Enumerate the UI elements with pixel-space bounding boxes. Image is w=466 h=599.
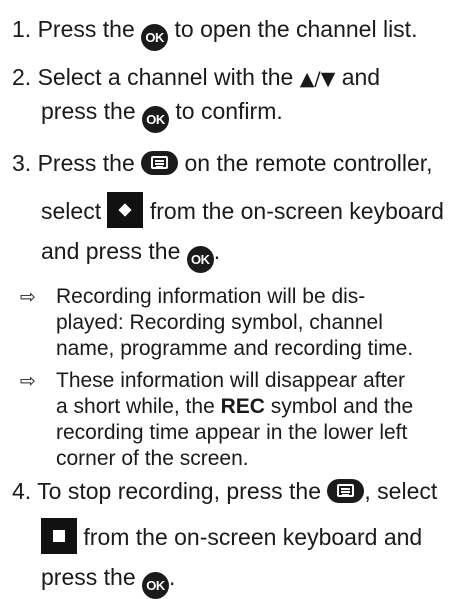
rec-symbol-label: REC <box>220 395 265 418</box>
keyboard-button-icon <box>327 479 365 503</box>
step-text: from the on-screen keyboard <box>149 198 444 224</box>
step-text: and press the <box>41 238 181 264</box>
ok-button-icon: OK <box>142 572 169 599</box>
step-number: 3. <box>12 150 32 176</box>
ok-button-icon: OK <box>142 106 169 133</box>
step-text: to open the channel list. <box>174 16 418 42</box>
step-text: and <box>341 64 381 90</box>
step-text: to confirm. <box>175 98 283 124</box>
result-line: a short while, the REC symbol and the <box>56 394 413 420</box>
result-arrow-icon: ⇨ <box>20 370 36 392</box>
result-arrow-icon: ⇨ <box>20 286 36 308</box>
result-text: symbol and the <box>270 395 414 418</box>
result-line: played: Recording symbol, channel <box>56 311 383 334</box>
step-text: , select <box>364 478 438 504</box>
ok-button-icon: OK <box>141 24 169 51</box>
step-text: press the <box>41 98 136 124</box>
keyboard-button-icon <box>141 151 179 175</box>
step-text: Press the <box>37 150 135 176</box>
step-number: 4. <box>12 478 32 504</box>
step-text: on the remote controller, <box>184 150 433 176</box>
step-text <box>180 238 186 264</box>
step-1: 1. Press the OK to open the channel list… <box>12 14 417 51</box>
step-number: 2. <box>12 64 32 90</box>
result-line: corner of the screen. <box>56 447 249 470</box>
step-text: . <box>169 564 176 590</box>
step-text: Select a channel with the <box>37 64 294 90</box>
step-text: press the <box>41 564 136 590</box>
up-down-arrows-icon: ▲/▼ <box>299 68 336 90</box>
step-text: from the on-screen keyboard and <box>83 524 423 550</box>
ok-button-icon: OK <box>186 246 214 273</box>
record-symbol-icon <box>107 192 144 228</box>
stop-symbol-icon <box>41 518 77 554</box>
step-text: . <box>213 238 221 264</box>
result-text: a short while, the <box>56 395 215 418</box>
step-text: To stop recording, press the <box>37 478 321 504</box>
result-line: These information will disappear after <box>56 369 406 392</box>
result-line: Recording information will be dis- <box>56 285 366 308</box>
instruction-page: 1. Press the OK to open the channel list… <box>0 0 466 599</box>
step-text: select <box>41 198 102 224</box>
result-line: recording time appear in the lower left <box>56 421 408 444</box>
step-text: Press the <box>37 16 135 42</box>
step-number: 1. <box>12 16 32 42</box>
result-line: name, programme and recording time. <box>56 337 414 360</box>
